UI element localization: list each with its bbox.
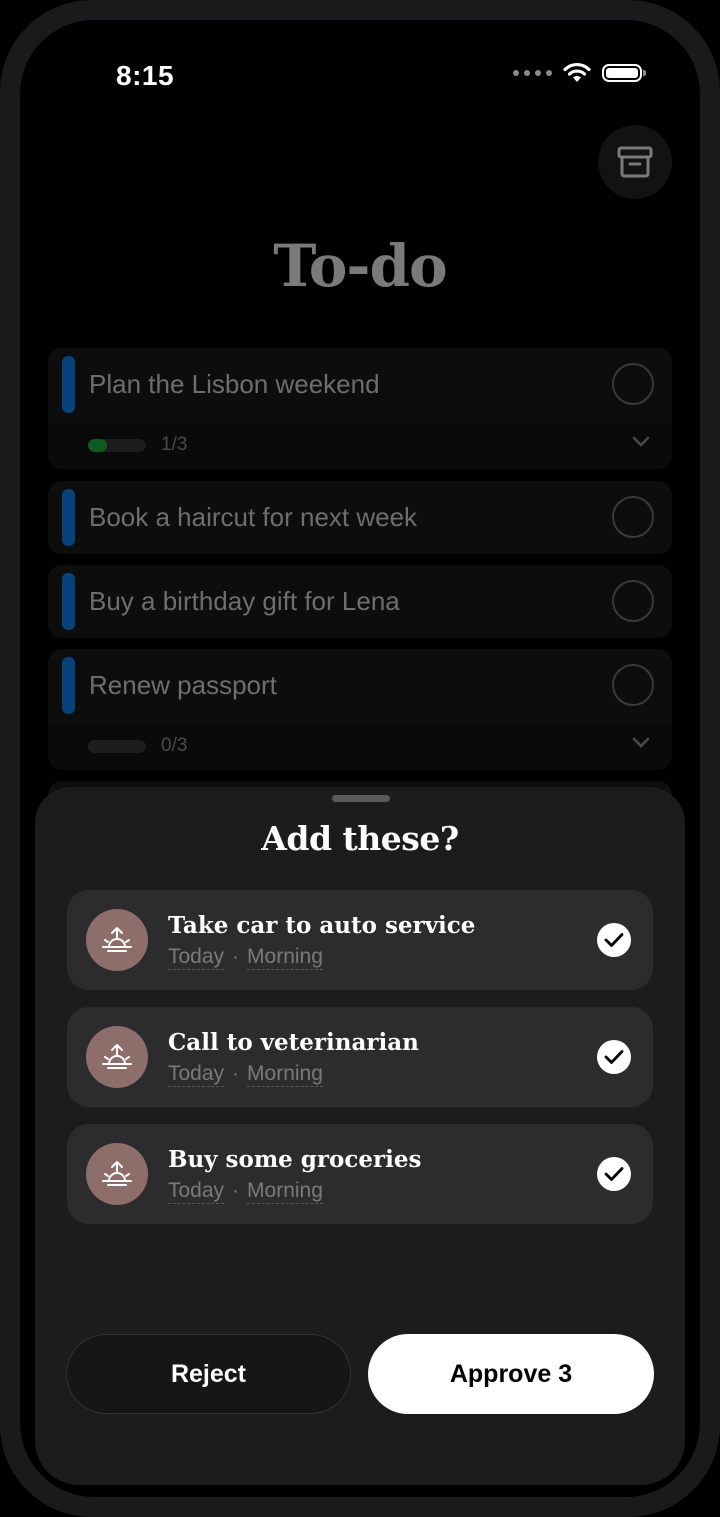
day-link[interactable]: Today [168, 1179, 225, 1204]
day-link[interactable]: Today [168, 1062, 225, 1087]
checkmark-icon [604, 1050, 624, 1064]
selected-checkbox[interactable] [597, 1040, 631, 1074]
task-color-bar [62, 573, 75, 630]
reject-button[interactable]: Reject [66, 1334, 351, 1414]
task-complete-checkbox[interactable] [612, 363, 654, 405]
task-complete-checkbox[interactable] [612, 580, 654, 622]
progress-text: 1/3 [161, 434, 188, 455]
task-color-bar [62, 489, 75, 546]
task-item[interactable]: Buy a birthday gift for Lena [48, 565, 672, 638]
suggestion-item[interactable]: Call to veterinarian Today · Morning [67, 1007, 653, 1107]
signal-icon [513, 70, 552, 76]
page-title: To-do [273, 232, 448, 300]
screen: 8:15 To-do Plan the Lisbon weekend 1/3 B… [20, 20, 700, 1497]
checkmark-icon [604, 933, 624, 947]
task-color-bar [62, 657, 75, 714]
task-complete-checkbox[interactable] [612, 664, 654, 706]
progress-bar [88, 439, 146, 452]
time-link[interactable]: Morning [247, 945, 323, 970]
task-label: Book a haircut for next week [89, 502, 418, 532]
task-label: Buy a birthday gift for Lena [89, 586, 400, 616]
suggestion-title: Buy some groceries [168, 1146, 422, 1173]
task-item[interactable]: Renew passport 0/3 [48, 649, 672, 770]
subtask-progress-row[interactable]: 1/3 [48, 424, 672, 469]
task-item[interactable]: Book a haircut for next week [48, 481, 672, 554]
progress-bar [88, 740, 146, 753]
selected-checkbox[interactable] [597, 1157, 631, 1191]
selected-checkbox[interactable] [597, 923, 631, 957]
separator: · [232, 945, 240, 968]
sunrise-icon [86, 1143, 148, 1205]
suggestion-meta: Today · Morning [168, 1179, 323, 1204]
suggestion-title: Take car to auto service [168, 912, 476, 939]
task-color-bar [62, 356, 75, 413]
approve-button[interactable]: Approve 3 [368, 1334, 654, 1414]
suggestion-item[interactable]: Buy some groceries Today · Morning [67, 1124, 653, 1224]
time-link[interactable]: Morning [247, 1062, 323, 1087]
subtask-progress-row[interactable]: 0/3 [48, 725, 672, 770]
wifi-icon [563, 62, 591, 82]
suggestion-title: Call to veterinarian [168, 1029, 419, 1056]
sheet-title: Add these? [261, 819, 459, 858]
time-link[interactable]: Morning [247, 1179, 323, 1204]
archive-icon [617, 146, 653, 178]
archive-button[interactable] [598, 125, 672, 199]
status-icons [513, 62, 646, 84]
sunrise-icon [86, 1026, 148, 1088]
suggestion-meta: Today · Morning [168, 945, 323, 970]
battery-icon [602, 64, 646, 82]
task-label: Plan the Lisbon weekend [89, 369, 380, 399]
add-suggestions-sheet: Add these? Take car to auto service Toda… [35, 787, 685, 1485]
checkmark-icon [604, 1167, 624, 1181]
suggestion-item[interactable]: Take car to auto service Today · Morning [67, 890, 653, 990]
sheet-drag-handle[interactable] [332, 795, 390, 802]
task-item[interactable]: Plan the Lisbon weekend 1/3 [48, 348, 672, 469]
task-label: Renew passport [89, 670, 277, 700]
day-link[interactable]: Today [168, 945, 225, 970]
progress-text: 0/3 [161, 735, 188, 756]
separator: · [232, 1062, 240, 1085]
task-complete-checkbox[interactable] [612, 496, 654, 538]
chevron-down-icon[interactable] [632, 737, 650, 749]
separator: · [232, 1179, 240, 1202]
sunrise-icon [86, 909, 148, 971]
phone-frame: 8:15 To-do Plan the Lisbon weekend 1/3 B… [0, 0, 720, 1517]
suggestion-meta: Today · Morning [168, 1062, 323, 1087]
status-time: 8:15 [116, 60, 175, 91]
progress-fill [88, 439, 108, 452]
chevron-down-icon[interactable] [632, 436, 650, 448]
